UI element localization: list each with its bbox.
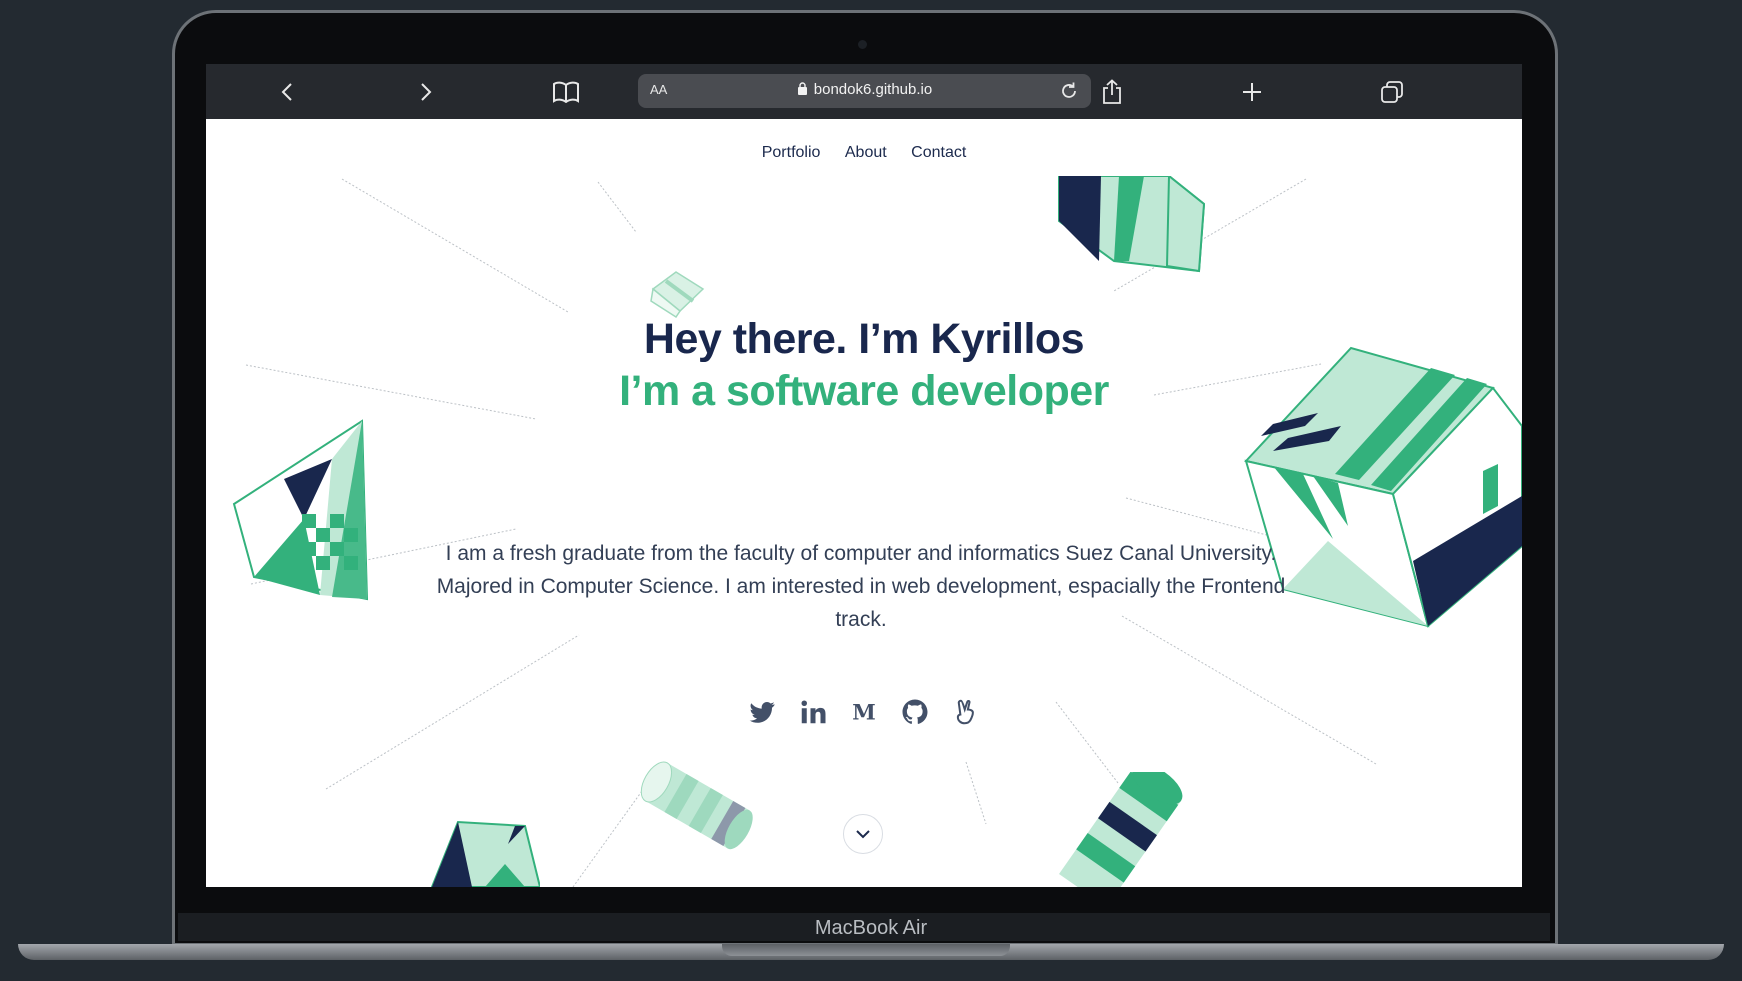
hero-title: Hey there. I’m Kyrillos <box>643 315 1085 363</box>
social-links: M <box>206 697 1522 727</box>
share-button[interactable] <box>1094 74 1130 110</box>
navy-mint-box-shape <box>1058 176 1206 273</box>
linkedin-icon <box>801 700 826 724</box>
book-icon <box>553 81 579 103</box>
url-text: bondok6.github.io <box>813 81 933 98</box>
medium-icon: M <box>852 701 876 726</box>
plus-icon <box>1243 83 1261 101</box>
lock-icon <box>797 82 807 95</box>
nav-about[interactable]: About <box>845 144 887 161</box>
camera-icon <box>858 40 867 49</box>
twitter-icon <box>749 701 775 723</box>
reload-icon[interactable] <box>1057 79 1081 103</box>
site-nav: Portfolio About Contact <box>206 144 1522 162</box>
svg-text:M: M <box>852 701 876 726</box>
back-button[interactable] <box>269 74 305 110</box>
browser-window: AA bondok6.github.io Portfolio About Con… <box>206 64 1522 887</box>
web-page: Portfolio About Contact Hey there. I’m K… <box>206 119 1522 887</box>
bookmarks-button[interactable] <box>548 74 584 110</box>
scroll-down-button[interactable] <box>843 814 883 854</box>
share-icon <box>1103 79 1121 104</box>
cylinder-shape <box>640 761 753 850</box>
twitter-link[interactable] <box>747 697 777 727</box>
bottom-pyramid-shape <box>430 820 540 887</box>
chevron-left-icon <box>281 83 292 101</box>
new-tab-button[interactable] <box>1234 74 1270 110</box>
github-link[interactable] <box>900 697 930 727</box>
tabs-icon <box>1381 81 1403 103</box>
nav-contact[interactable]: Contact <box>911 144 966 161</box>
chevron-down-icon <box>856 830 870 839</box>
medium-link[interactable]: M <box>849 697 879 727</box>
chevron-right-icon <box>421 83 432 101</box>
address-bar[interactable]: AA bondok6.github.io <box>638 74 1091 108</box>
bio-text: I am a fresh graduate from the faculty o… <box>436 542 1286 631</box>
url-display: bondok6.github.io <box>638 81 1091 98</box>
patterned-pyramid-shape <box>232 419 369 601</box>
angellist-link[interactable] <box>951 697 981 727</box>
forward-button[interactable] <box>408 74 444 110</box>
github-icon <box>902 699 928 724</box>
linkedin-link[interactable] <box>798 697 828 727</box>
hero-subtitle: I’m a software developer <box>619 367 1109 415</box>
small-cube-shape <box>650 271 705 319</box>
browser-toolbar: AA bondok6.github.io <box>206 64 1522 119</box>
tabs-overview-button[interactable] <box>1374 74 1410 110</box>
angellist-icon <box>957 699 975 725</box>
nav-portfolio[interactable]: Portfolio <box>762 144 821 161</box>
laptop-notch <box>722 944 1010 956</box>
device-brand-label: MacBook Air <box>814 917 928 939</box>
striped-cylinder-shape <box>1059 772 1183 887</box>
